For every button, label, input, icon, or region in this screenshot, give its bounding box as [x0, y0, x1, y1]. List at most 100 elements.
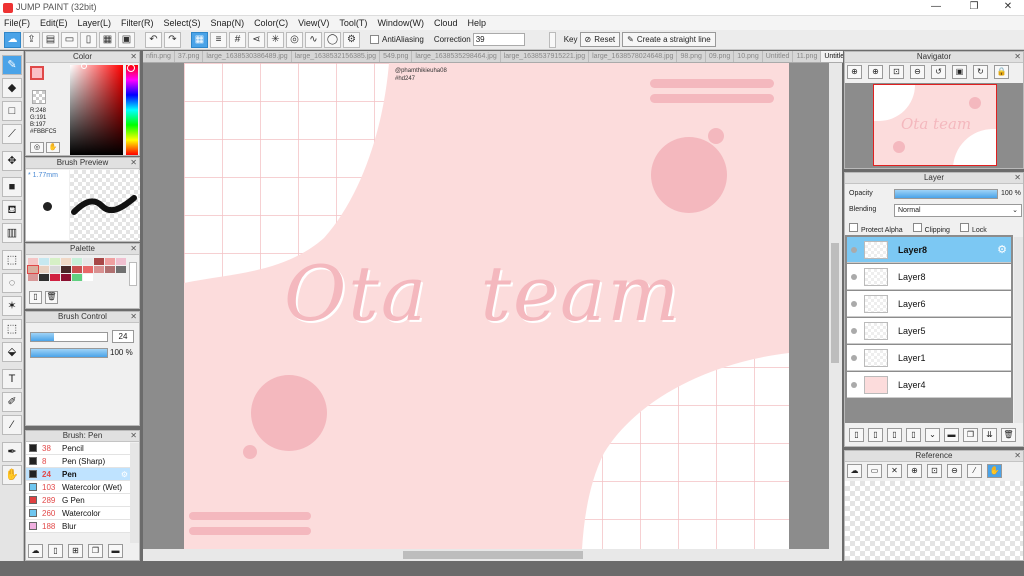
reset-view-icon[interactable]: ▣ — [952, 65, 967, 79]
document-tab[interactable]: large_1638537915221.jpg — [501, 51, 590, 62]
canvas-vertical-scrollbar[interactable] — [829, 63, 842, 549]
document-tab[interactable]: Untitled — [821, 51, 843, 62]
palette-swatch[interactable] — [28, 258, 38, 265]
snap-parallel-icon[interactable]: ≡ — [210, 31, 227, 48]
new-layer-1bit-icon[interactable]: ▯ — [887, 428, 902, 442]
ref-fit-icon[interactable]: ⊡ — [927, 464, 942, 478]
clipping-toggle[interactable]: Clipping — [912, 223, 950, 234]
menu-snap[interactable]: Snap(N) — [211, 18, 245, 28]
palette-swatch[interactable] — [94, 266, 104, 273]
ref-eyedropper-icon[interactable]: ⁄ — [967, 464, 982, 478]
fit-icon[interactable]: ⊡ — [889, 65, 904, 79]
delete-palette-icon[interactable]: 🗑 — [45, 291, 58, 304]
snap-circle-icon[interactable]: ◎ — [286, 31, 303, 48]
close-button[interactable]: ✕ — [996, 1, 1020, 15]
document-tab[interactable]: large_1638535298464.jpg — [412, 51, 501, 62]
ref-close-icon[interactable]: ✕ — [887, 464, 902, 478]
saturation-value-picker[interactable] — [70, 65, 123, 155]
navigator-preview[interactable]: Ota team — [845, 83, 1023, 168]
palette-swatch[interactable] — [61, 266, 71, 273]
undo-icon[interactable]: ↶ — [145, 31, 162, 48]
minimize-button[interactable]: — — [924, 1, 948, 15]
lock-checkbox[interactable] — [959, 223, 969, 232]
ref-zoom-in-icon[interactable]: ⊕ — [907, 464, 922, 478]
text-tool-icon[interactable]: T — [2, 369, 22, 389]
document-tab[interactable]: 11.png — [793, 51, 822, 62]
new-palette-icon[interactable]: ▯ — [29, 291, 42, 304]
palette-swatch[interactable] — [72, 274, 82, 281]
brush-cloud-icon[interactable]: ☁ — [28, 544, 43, 558]
foreground-color-swatch[interactable] — [30, 66, 44, 80]
snap-settings-icon[interactable]: ⚙ — [343, 31, 360, 48]
close-icon[interactable]: ✕ — [1014, 173, 1021, 183]
close-icon[interactable]: ✕ — [130, 52, 137, 62]
layer-row[interactable]: Layer5 — [847, 318, 1011, 344]
brush-list-item[interactable]: 260 Watercolor — [26, 507, 130, 520]
layer-row[interactable]: Layer8 ⚙ — [847, 237, 1011, 263]
zoom-in-icon[interactable]: ⊕ — [847, 65, 862, 79]
new-layer-8bit-icon[interactable]: ▯ — [868, 428, 883, 442]
select-rect-tool-icon[interactable]: ⬚ — [2, 250, 22, 270]
pen-tool-icon[interactable]: ✒ — [2, 442, 22, 462]
lock-toggle[interactable]: Lock — [959, 223, 987, 234]
protect-alpha-checkbox[interactable] — [849, 223, 858, 232]
correction-slider-icon[interactable] — [548, 31, 556, 48]
document-tab[interactable]: Untitled — [763, 51, 794, 62]
ref-open-icon[interactable]: ▭ — [867, 464, 882, 478]
palette-swatch[interactable] — [105, 266, 115, 273]
brush-list-item[interactable]: 8 Pen (Sharp) — [26, 455, 130, 468]
menu-file[interactable]: File(F) — [4, 18, 30, 28]
canvas-horizontal-scrollbar[interactable] — [143, 549, 842, 561]
cloud-icon[interactable]: ☁ — [4, 31, 21, 48]
close-icon[interactable]: ✕ — [1014, 451, 1021, 461]
document-tab[interactable]: nfin.png — [143, 51, 175, 62]
antialias-checkbox[interactable] — [370, 35, 379, 44]
layer-list-scrollbar[interactable] — [1014, 237, 1023, 423]
close-icon[interactable]: ✕ — [130, 244, 137, 254]
ref-cloud-icon[interactable]: ☁ — [847, 464, 862, 478]
open-icon[interactable]: ▤ — [42, 31, 59, 48]
brush-new-icon[interactable]: ▯ — [48, 544, 63, 558]
layer-row[interactable]: Layer8 — [847, 264, 1011, 290]
snap-radial-icon[interactable]: ✳ — [267, 31, 284, 48]
brush-add-icon[interactable]: ⊞ — [68, 544, 83, 558]
new-layer-icon[interactable]: ▯ — [849, 428, 864, 442]
palette-swatch[interactable] — [72, 258, 82, 265]
antialias-toggle[interactable]: AntiAliasing — [370, 35, 424, 44]
layer-row[interactable]: Layer1 — [847, 345, 1011, 371]
move-tool-icon[interactable]: ✥ — [2, 151, 22, 171]
maximize-button[interactable]: ❐ — [962, 1, 986, 15]
palette-swatch[interactable] — [83, 266, 93, 273]
palette-swatch[interactable] — [116, 258, 126, 265]
visibility-icon[interactable] — [851, 381, 857, 388]
menu-window[interactable]: Window(W) — [377, 18, 424, 28]
menu-tool[interactable]: Tool(T) — [339, 18, 367, 28]
document-icon[interactable]: ▦ — [99, 31, 116, 48]
artwork-canvas[interactable]: @phamthikieuha08 #hd247 Ota team — [184, 63, 789, 549]
line-tool-icon[interactable]: ⟋ — [2, 124, 22, 144]
palette-swatch[interactable] — [39, 274, 49, 281]
correction-input[interactable]: 39 — [472, 33, 525, 46]
palette-swatch[interactable] — [61, 274, 71, 281]
eraser-tool-icon[interactable]: ◆ — [2, 78, 22, 98]
rotate-right-icon[interactable]: ↻ — [973, 65, 988, 79]
lasso-tool-icon[interactable]: ◌ — [2, 273, 22, 293]
menu-help[interactable]: Help — [467, 18, 486, 28]
visibility-icon[interactable] — [851, 327, 857, 334]
comment-icon[interactable]: ▭ — [61, 31, 78, 48]
close-icon[interactable]: ✕ — [130, 158, 137, 168]
snap-vanish-icon[interactable]: ⋖ — [248, 31, 265, 48]
brush-tool-icon[interactable]: ✎ — [2, 55, 22, 75]
brush-list-item[interactable]: 188 Blur — [26, 520, 130, 533]
zoom-in-alt-icon[interactable]: ⊕ — [868, 65, 883, 79]
close-icon[interactable]: ✕ — [130, 312, 137, 322]
color-picker-cursor[interactable] — [81, 63, 87, 69]
snap-grid-icon[interactable]: # — [229, 31, 246, 48]
palette-swatch[interactable] — [72, 266, 82, 273]
visibility-icon[interactable] — [851, 354, 857, 361]
brush-list-item[interactable]: 24 Pen ⚙ — [26, 468, 130, 481]
reference-canvas[interactable] — [845, 481, 1023, 560]
layer-row[interactable]: Layer4 — [847, 372, 1011, 398]
select-eraser-tool-icon[interactable]: ⬙ — [2, 342, 22, 362]
vertical-scroll-thumb[interactable] — [831, 243, 839, 363]
